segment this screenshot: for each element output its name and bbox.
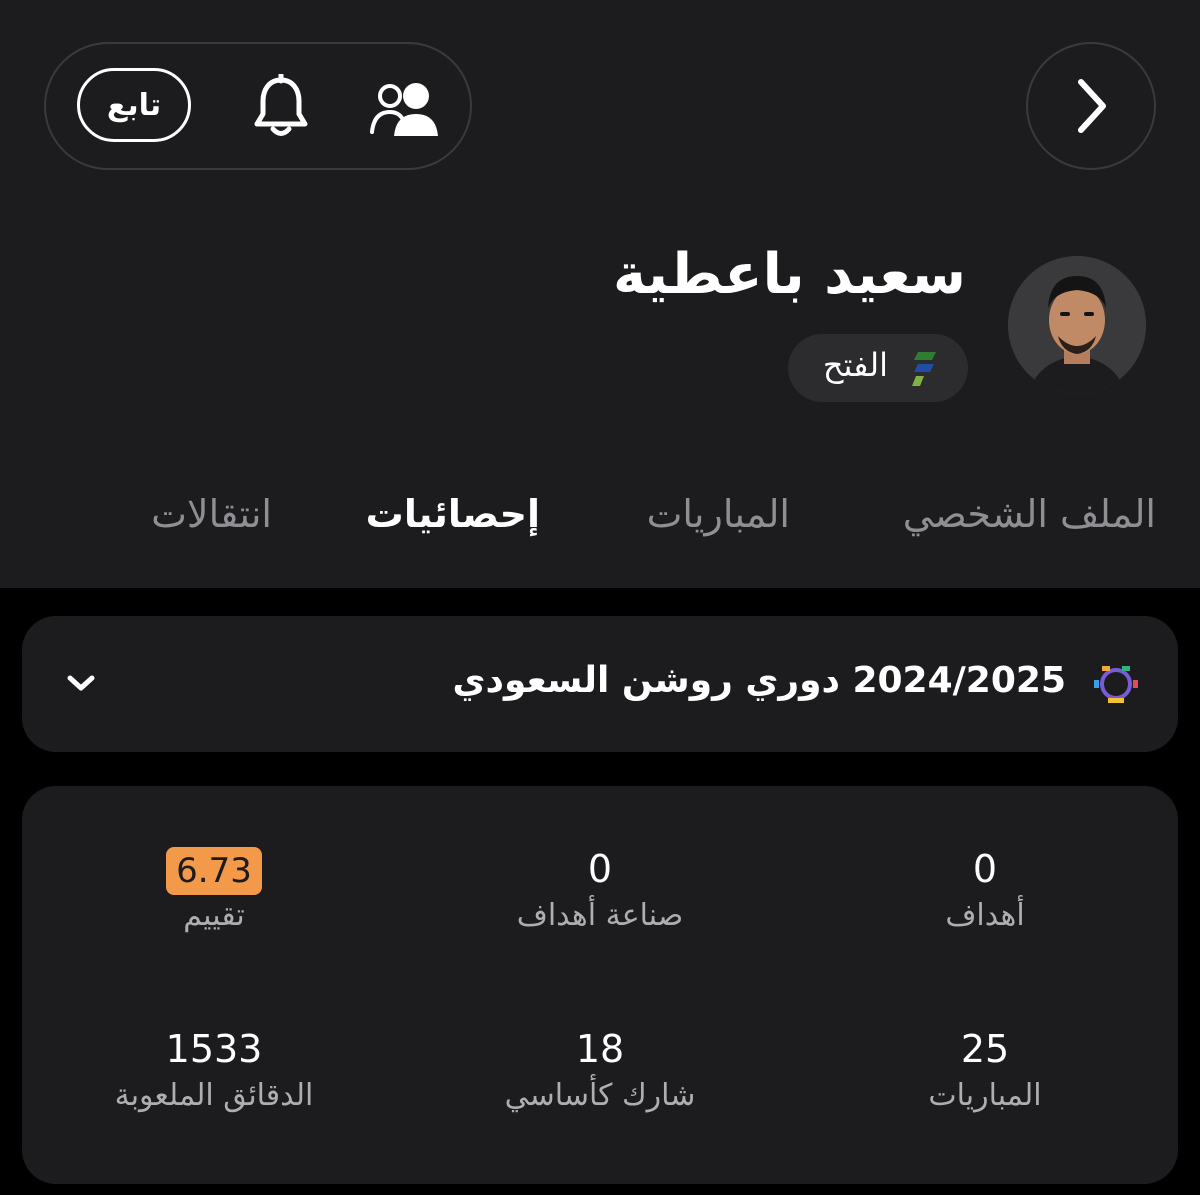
rating-badge: 6.73 [166,847,262,895]
team-logo-icon [912,352,936,386]
stat-minutes: 1533 الدقائق الملعوبة [34,1024,394,1113]
actions-pill: تابع [44,42,472,170]
stat-value: 1533 [165,1027,263,1071]
stat-assists: 0 صناعة أهداف [420,844,780,933]
tab-statistics[interactable]: إحصائيات [366,492,540,536]
follow-button[interactable]: تابع [77,68,191,142]
bell-icon[interactable] [251,74,311,140]
profile-header: تابع سعيد باعطية الفتح الملف الشخصي المب… [0,0,1200,588]
stat-label: الدقائق الملعوبة [114,1078,314,1113]
chevron-down-icon[interactable] [66,672,96,694]
player-avatar [1008,256,1146,394]
league-selector[interactable]: 2024/2025 دوري روشن السعودي [22,616,1178,752]
tab-profile[interactable]: الملف الشخصي [903,492,1156,536]
stat-value: 18 [575,1027,625,1071]
stat-label: تقييم [183,898,245,933]
league-logo-icon [1094,666,1138,703]
stat-label: صناعة أهداف [516,898,684,933]
player-name: سعيد باعطية [612,242,966,307]
stat-rating: 6.73 تقييم [34,844,394,933]
people-icon[interactable] [368,80,442,138]
stat-starts: 18 شارك كأساسي [420,1024,780,1113]
stat-value: 0 [972,847,998,891]
team-chip[interactable]: الفتح [788,334,968,402]
tab-transfers[interactable]: انتقالات [151,492,272,536]
player-photo [1008,256,1146,394]
stat-label: أهداف [945,898,1025,933]
back-button[interactable] [1026,42,1156,170]
chevron-right-icon [1078,79,1106,133]
stat-label: المباريات [928,1078,1042,1113]
stat-value: 0 [587,847,613,891]
league-title: 2024/2025 دوري روشن السعودي [452,660,1066,701]
stat-label: شارك كأساسي [504,1078,696,1113]
stat-matches: 25 المباريات [805,1024,1165,1113]
stat-goals: 0 أهداف [805,844,1165,933]
tab-matches[interactable]: المباريات [647,492,790,536]
stats-card: 0 أهداف 0 صناعة أهداف 6.73 تقييم 25 المب… [22,786,1178,1184]
team-name: الفتح [822,346,888,384]
stat-value: 25 [960,1027,1010,1071]
